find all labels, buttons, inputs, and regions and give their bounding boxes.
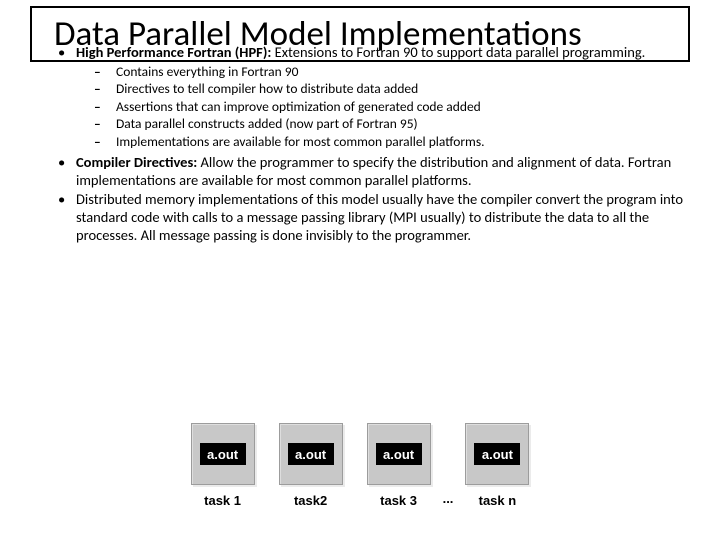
sub-item: –Data parallel constructs added (now par… [94, 116, 690, 132]
task-node: a.out task 1 [191, 423, 255, 508]
sub-item: –Directives to tell compiler how to dist… [94, 81, 690, 97]
aout-label: a.out [288, 443, 334, 465]
bullet-text: Distributed memory implementations of th… [76, 191, 690, 244]
bullet-text: Compiler Directives: Allow the programme… [76, 154, 690, 189]
aout-box: a.out [465, 423, 529, 485]
aout-label: a.out [200, 443, 246, 465]
dash-marker: – [94, 116, 116, 132]
bullet-bold: High Performance Fortran (HPF): [76, 43, 271, 61]
task-label: task 1 [204, 493, 241, 508]
bullet-distributed: • Distributed memory implementations of … [58, 191, 690, 244]
aout-label: a.out [474, 443, 520, 465]
sub-text: Data parallel constructs added (now part… [116, 116, 690, 132]
task-node: a.out task n [465, 423, 529, 508]
ellipsis: ... [443, 491, 454, 506]
task-label: task 3 [380, 493, 417, 508]
task-node: a.out task2 [279, 423, 343, 508]
sub-text: Assertions that can improve optimization… [116, 99, 690, 115]
slide-body: • High Performance Fortran (HPF): Extens… [58, 44, 690, 246]
task-label: task n [479, 493, 517, 508]
aout-label: a.out [376, 443, 422, 465]
dash-marker: – [94, 134, 116, 150]
dash-marker: – [94, 64, 116, 80]
bullet-text: High Performance Fortran (HPF): Extensio… [76, 44, 690, 62]
sub-text: Directives to tell compiler how to distr… [116, 81, 690, 97]
task-diagram: a.out task 1 a.out task2 a.out task 3 ..… [0, 423, 720, 508]
sub-item: –Assertions that can improve optimizatio… [94, 99, 690, 115]
bullet-rest: Distributed memory implementations of th… [76, 190, 683, 243]
task-node: a.out task 3 [367, 423, 431, 508]
bullet-compiler: • Compiler Directives: Allow the program… [58, 154, 690, 189]
task-label: task2 [294, 493, 327, 508]
sub-text: Contains everything in Fortran 90 [116, 64, 690, 80]
sub-item: –Implementations are available for most … [94, 134, 690, 150]
bullet-marker: • [58, 191, 76, 244]
aout-box: a.out [191, 423, 255, 485]
bullet-bold: Compiler Directives: [76, 153, 197, 171]
sublist-hpf: –Contains everything in Fortran 90 –Dire… [94, 64, 690, 150]
aout-box: a.out [279, 423, 343, 485]
dash-marker: – [94, 99, 116, 115]
bullet-marker: • [58, 154, 76, 189]
dash-marker: – [94, 81, 116, 97]
bullet-hpf: • High Performance Fortran (HPF): Extens… [58, 44, 690, 62]
aout-box: a.out [367, 423, 431, 485]
sub-item: –Contains everything in Fortran 90 [94, 64, 690, 80]
sub-text: Implementations are available for most c… [116, 134, 690, 150]
bullet-rest: Extensions to Fortran 90 to support data… [271, 43, 645, 61]
bullet-marker: • [58, 44, 76, 62]
